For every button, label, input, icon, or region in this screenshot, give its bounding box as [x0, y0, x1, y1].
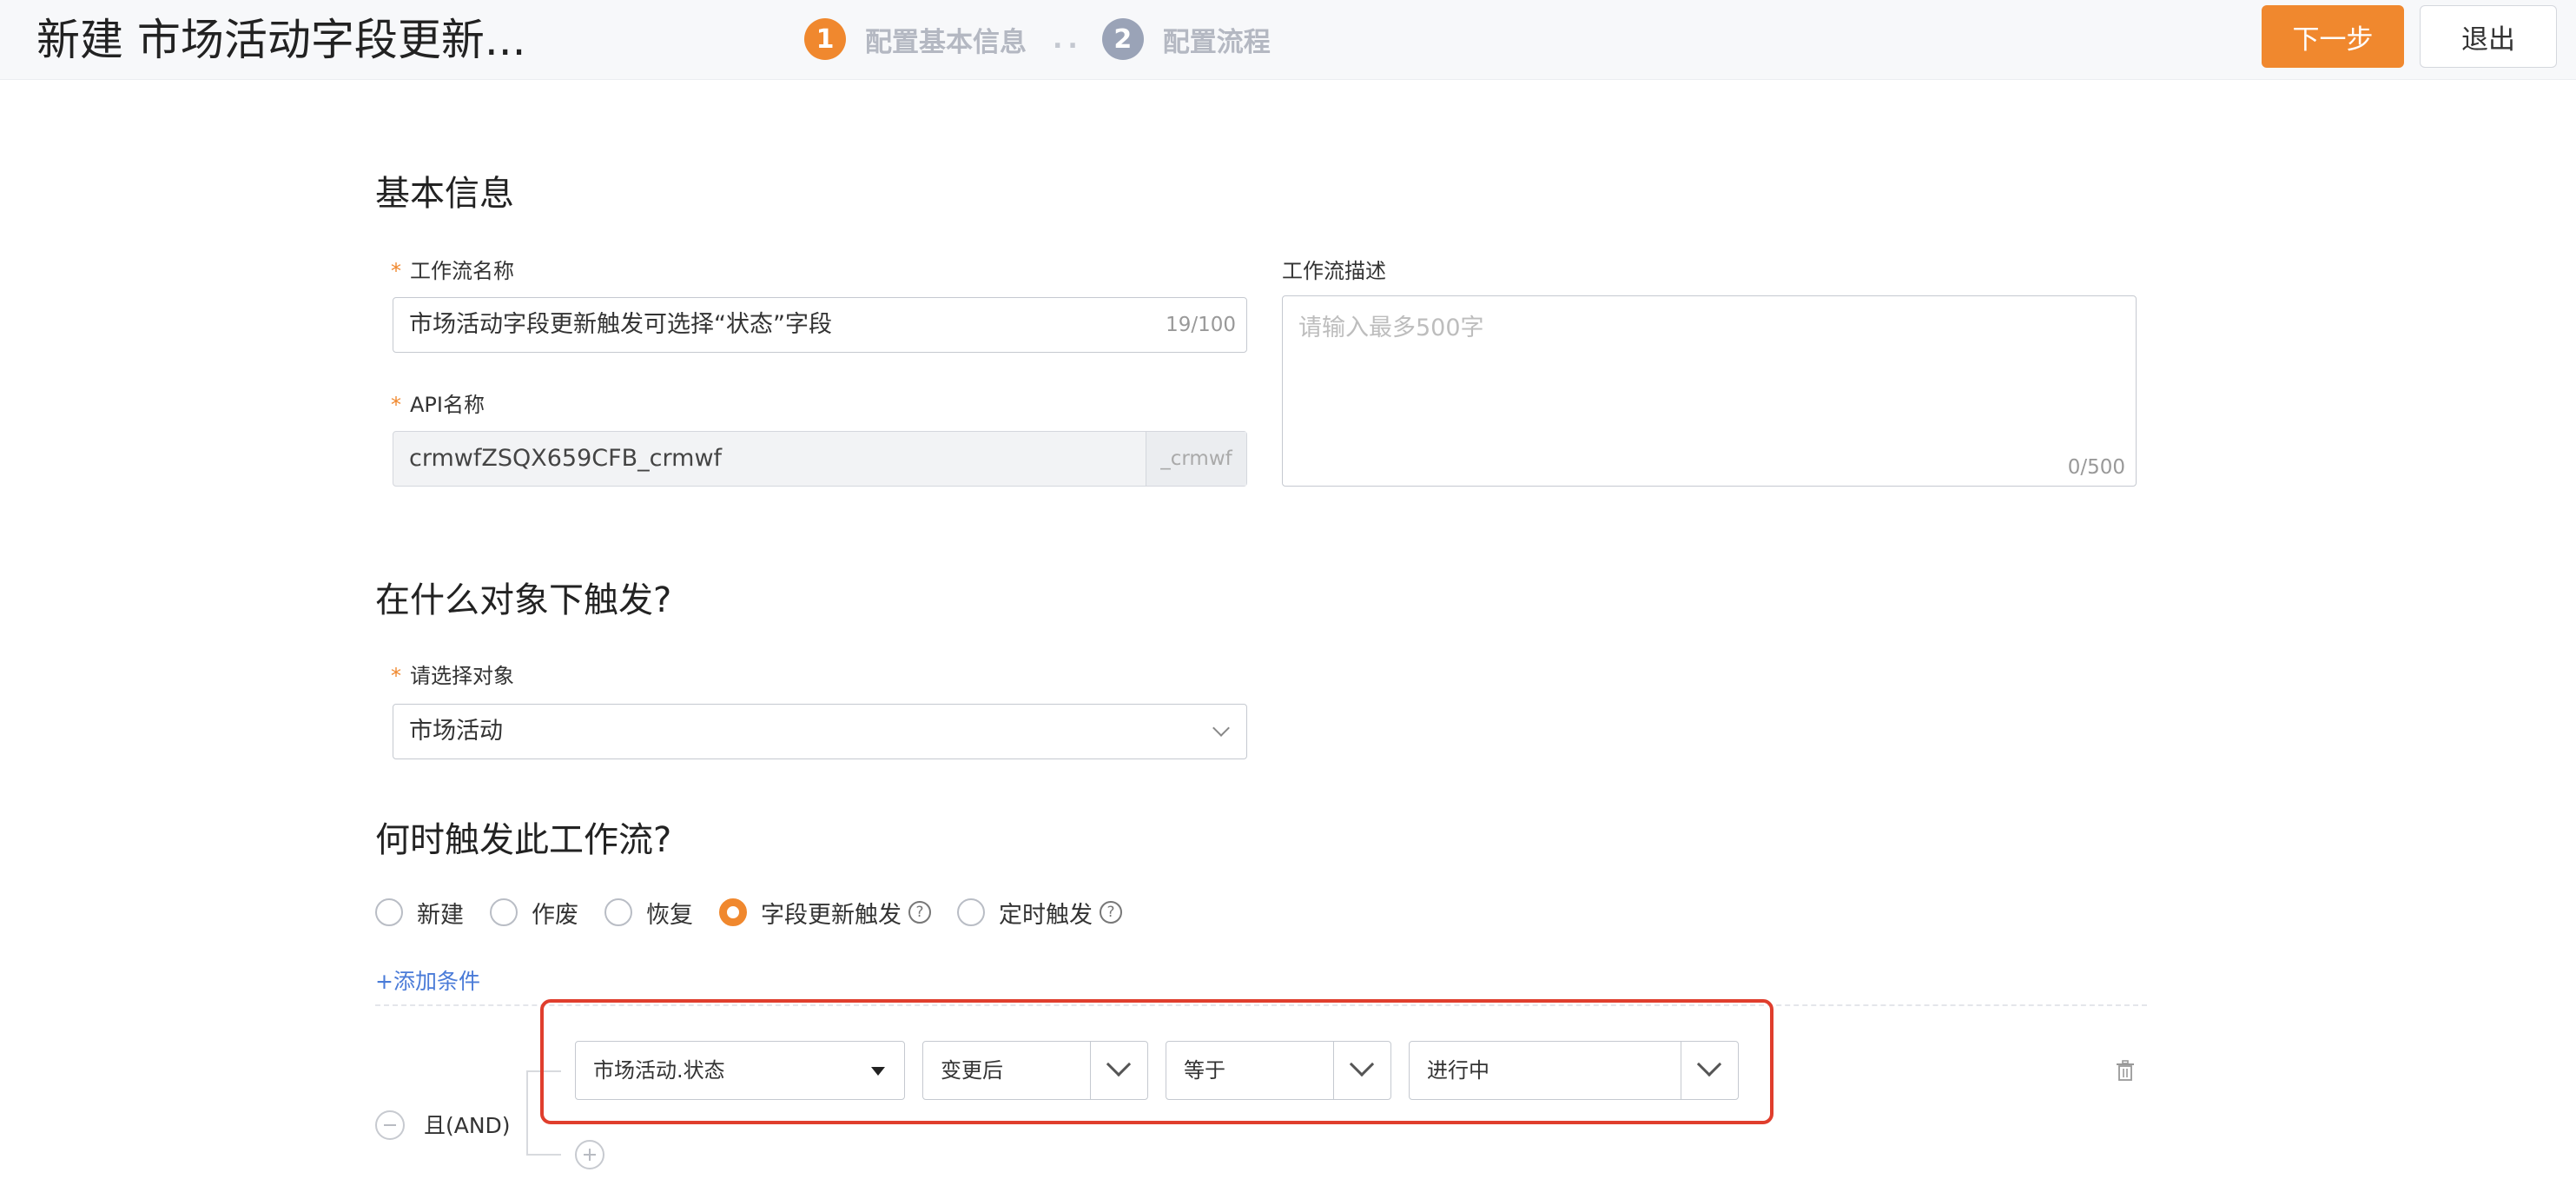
question-circle-icon[interactable]: ? — [908, 901, 931, 924]
radio-field-update[interactable]: 字段更新触发 ? — [719, 896, 931, 930]
radio-circle[interactable] — [490, 898, 518, 926]
condition-operator-value: 等于 — [1184, 1058, 1225, 1083]
trash-icon[interactable] — [2116, 1060, 2135, 1081]
api-name-label: * API名称 — [391, 393, 485, 417]
step-indicator: 1 配置基本信息 .. 2 配置流程 — [804, 17, 1271, 61]
workflow-name-input[interactable]: 市场活动字段更新触发可选择“状态”字段 19/100 — [393, 297, 1247, 353]
radio-circle[interactable] — [957, 898, 985, 926]
radio-circle-checked[interactable] — [719, 898, 747, 926]
chevron-down-icon — [1212, 719, 1230, 737]
step-1-number: 1 — [804, 18, 846, 60]
logic-and-label: 且(AND) — [424, 1113, 511, 1138]
radio-void[interactable]: 作废 — [490, 896, 578, 930]
dropdown-arrow[interactable] — [1090, 1042, 1147, 1099]
required-mark: * — [391, 259, 401, 283]
radio-restore[interactable]: 恢复 — [604, 896, 693, 930]
chevron-down-icon — [1106, 1051, 1132, 1077]
dropdown-arrow[interactable] — [1333, 1042, 1390, 1099]
trigger-when-heading: 何时触发此工作流? — [375, 820, 672, 860]
object-select-value: 市场活动 — [409, 718, 503, 745]
condition-field-value: 市场活动.状态 — [593, 1058, 725, 1083]
chevron-down-icon — [1696, 1051, 1722, 1077]
condition-field-select[interactable]: 市场活动.状态 — [575, 1041, 905, 1100]
basic-info-heading: 基本信息 — [375, 174, 514, 214]
exit-button[interactable]: 退出 — [2420, 5, 2557, 68]
api-name-input: crmwfZSQX659CFB_crmwf _crmwf — [393, 431, 1247, 487]
condition-value-select[interactable]: 进行中 — [1409, 1041, 1739, 1100]
step-2-number: 2 — [1101, 18, 1144, 60]
step-2-label: 配置流程 — [1162, 26, 1271, 58]
condition-operator-select[interactable]: 等于 — [1166, 1041, 1391, 1100]
radio-circle[interactable] — [604, 898, 632, 926]
workflow-name-count: 19/100 — [1166, 314, 1236, 336]
chevron-down-icon — [1349, 1051, 1375, 1077]
header-bar: 新建 市场活动字段更新... 1 配置基本信息 .. 2 配置流程 下一步 退出 — [0, 0, 2576, 80]
radio-circle[interactable] — [375, 898, 403, 926]
radio-create[interactable]: 新建 — [375, 896, 464, 930]
condition-timing-value: 变更后 — [941, 1058, 1003, 1083]
required-mark: * — [391, 664, 401, 688]
condition-value-value: 进行中 — [1427, 1058, 1489, 1083]
workflow-name-value: 市场活动字段更新触发可选择“状态”字段 — [409, 311, 832, 338]
trigger-type-radio-group: 新建 作废 恢复 字段更新触发 ? 定时触发 ? — [375, 895, 1148, 930]
radio-scheduled[interactable]: 定时触发 ? — [957, 896, 1122, 930]
plus-circle-icon[interactable] — [575, 1140, 604, 1169]
condition-timing-select[interactable]: 变更后 — [922, 1041, 1148, 1100]
api-name-suffix: _crmwf — [1146, 432, 1246, 486]
description-placeholder: 请输入最多500字 — [1298, 315, 1484, 341]
dropdown-arrow[interactable] — [1681, 1042, 1738, 1099]
trigger-object-heading: 在什么对象下触发? — [375, 580, 672, 620]
tree-connector — [526, 1070, 528, 1154]
select-object-label: * 请选择对象 — [391, 664, 514, 688]
description-count: 0/500 — [2067, 456, 2125, 479]
description-textarea[interactable]: 请输入最多500字 0/500 — [1282, 295, 2137, 487]
question-circle-icon[interactable]: ? — [1100, 901, 1122, 924]
step-1-label: 配置基本信息 — [865, 26, 1027, 58]
caret-down-icon — [871, 1067, 885, 1076]
description-label: 工作流描述 — [1282, 259, 1386, 283]
workflow-name-label: * 工作流名称 — [391, 259, 514, 283]
step-separator: .. — [1053, 23, 1083, 55]
page-title: 新建 市场活动字段更新... — [36, 15, 526, 65]
add-condition-link[interactable]: +添加条件 — [375, 964, 480, 996]
tree-connector — [526, 1154, 561, 1156]
api-name-value: crmwfZSQX659CFB_crmwf — [409, 445, 723, 472]
object-select[interactable]: 市场活动 — [393, 704, 1247, 759]
minus-circle-icon[interactable] — [375, 1110, 405, 1140]
next-step-button[interactable]: 下一步 — [2262, 5, 2404, 68]
required-mark: * — [391, 393, 401, 417]
